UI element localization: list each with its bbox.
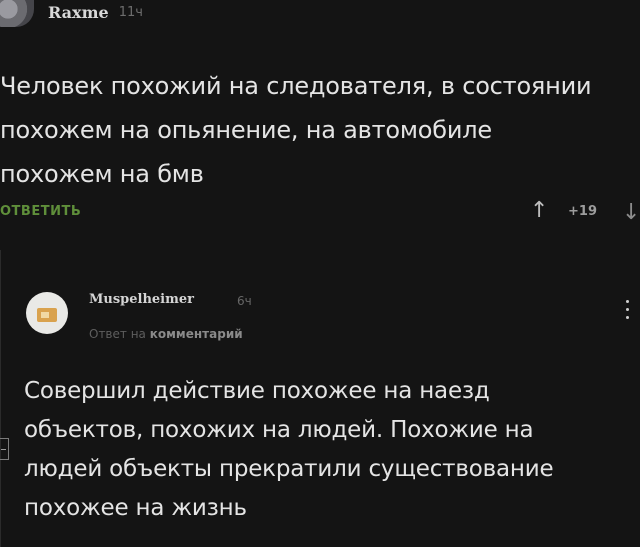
parent-comment-link[interactable]: комментарий xyxy=(150,327,243,341)
reply-to-prefix: Ответ на xyxy=(89,327,146,341)
comment-score: +19 xyxy=(568,204,597,219)
thread-line[interactable] xyxy=(0,250,1,547)
comment-thread: Raxme 11ч Человек похожий на следователя… xyxy=(0,0,640,547)
downvote-arrow-icon[interactable]: ↓ xyxy=(622,200,640,225)
comment-line: похожее на жизнь xyxy=(24,495,247,521)
comment-author[interactable]: Raxme xyxy=(48,3,109,22)
comment-body: Человек похожий на следователя, в состоя… xyxy=(0,64,636,196)
reply-to-line: Ответ на комментарий xyxy=(89,327,243,341)
comment-body: Совершил действие похожее на наезд объек… xyxy=(24,372,624,528)
comment-line: Совершил действие похожее на наезд xyxy=(24,378,490,404)
comment-line: людей объекты прекратили существование xyxy=(24,456,554,482)
comment-line: похожем на опьянение, на автомобиле xyxy=(0,116,492,144)
comment-time: 11ч xyxy=(118,4,143,20)
comment-header: Raxme 11ч xyxy=(0,0,143,30)
reply-button[interactable]: ОТВЕТИТЬ xyxy=(0,204,81,219)
more-options-icon[interactable] xyxy=(626,300,629,319)
upvote-arrow-icon[interactable]: ↑ xyxy=(530,198,548,223)
comment-line: объектов, похожих на людей. Похожие на xyxy=(24,417,534,443)
avatar[interactable] xyxy=(26,292,68,334)
comment-line: похожем на бмв xyxy=(0,160,204,188)
collapse-branch-icon[interactable] xyxy=(0,438,9,460)
comment-author[interactable]: Muspelheimer xyxy=(89,292,194,307)
comment-time: 6ч xyxy=(237,294,252,308)
avatar[interactable] xyxy=(0,0,34,27)
comment-line: Человек похожий на следователя, в состоя… xyxy=(0,72,592,100)
